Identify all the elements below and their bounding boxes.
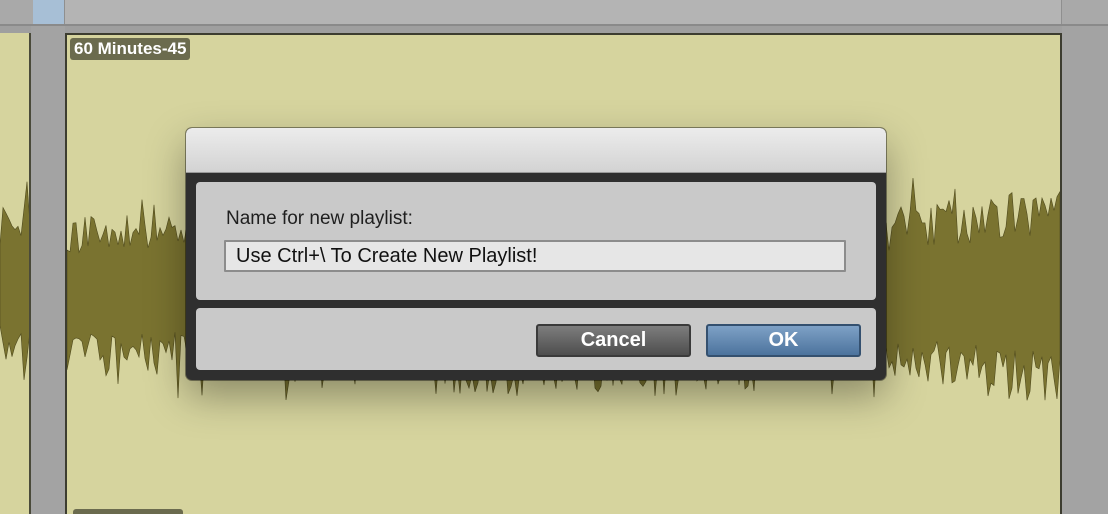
track-header-strip (0, 0, 1108, 26)
new-playlist-dialog: Name for new playlist: Cancel OK (186, 128, 886, 380)
cancel-button[interactable]: Cancel (536, 324, 691, 357)
waveform-previous (0, 181, 29, 380)
track-gutter (31, 26, 65, 514)
dialog-body: Name for new playlist: (196, 182, 876, 300)
audio-clip-previous[interactable] (0, 33, 31, 514)
track-edge (1062, 26, 1108, 514)
dialog-actions: Cancel OK (196, 308, 876, 370)
timeline-ruler-lane[interactable] (64, 0, 1062, 24)
clip-name-label: 60 Minutes-45 (70, 38, 191, 60)
track-selection-cell[interactable] (33, 0, 65, 24)
waveform-shape (0, 181, 29, 380)
dialog-titlebar[interactable] (186, 128, 886, 173)
playlist-name-input[interactable] (224, 240, 846, 272)
ok-button[interactable]: OK (706, 324, 861, 357)
clip-gain-tag (73, 509, 183, 514)
playlist-name-label: Name for new playlist: (226, 208, 413, 229)
